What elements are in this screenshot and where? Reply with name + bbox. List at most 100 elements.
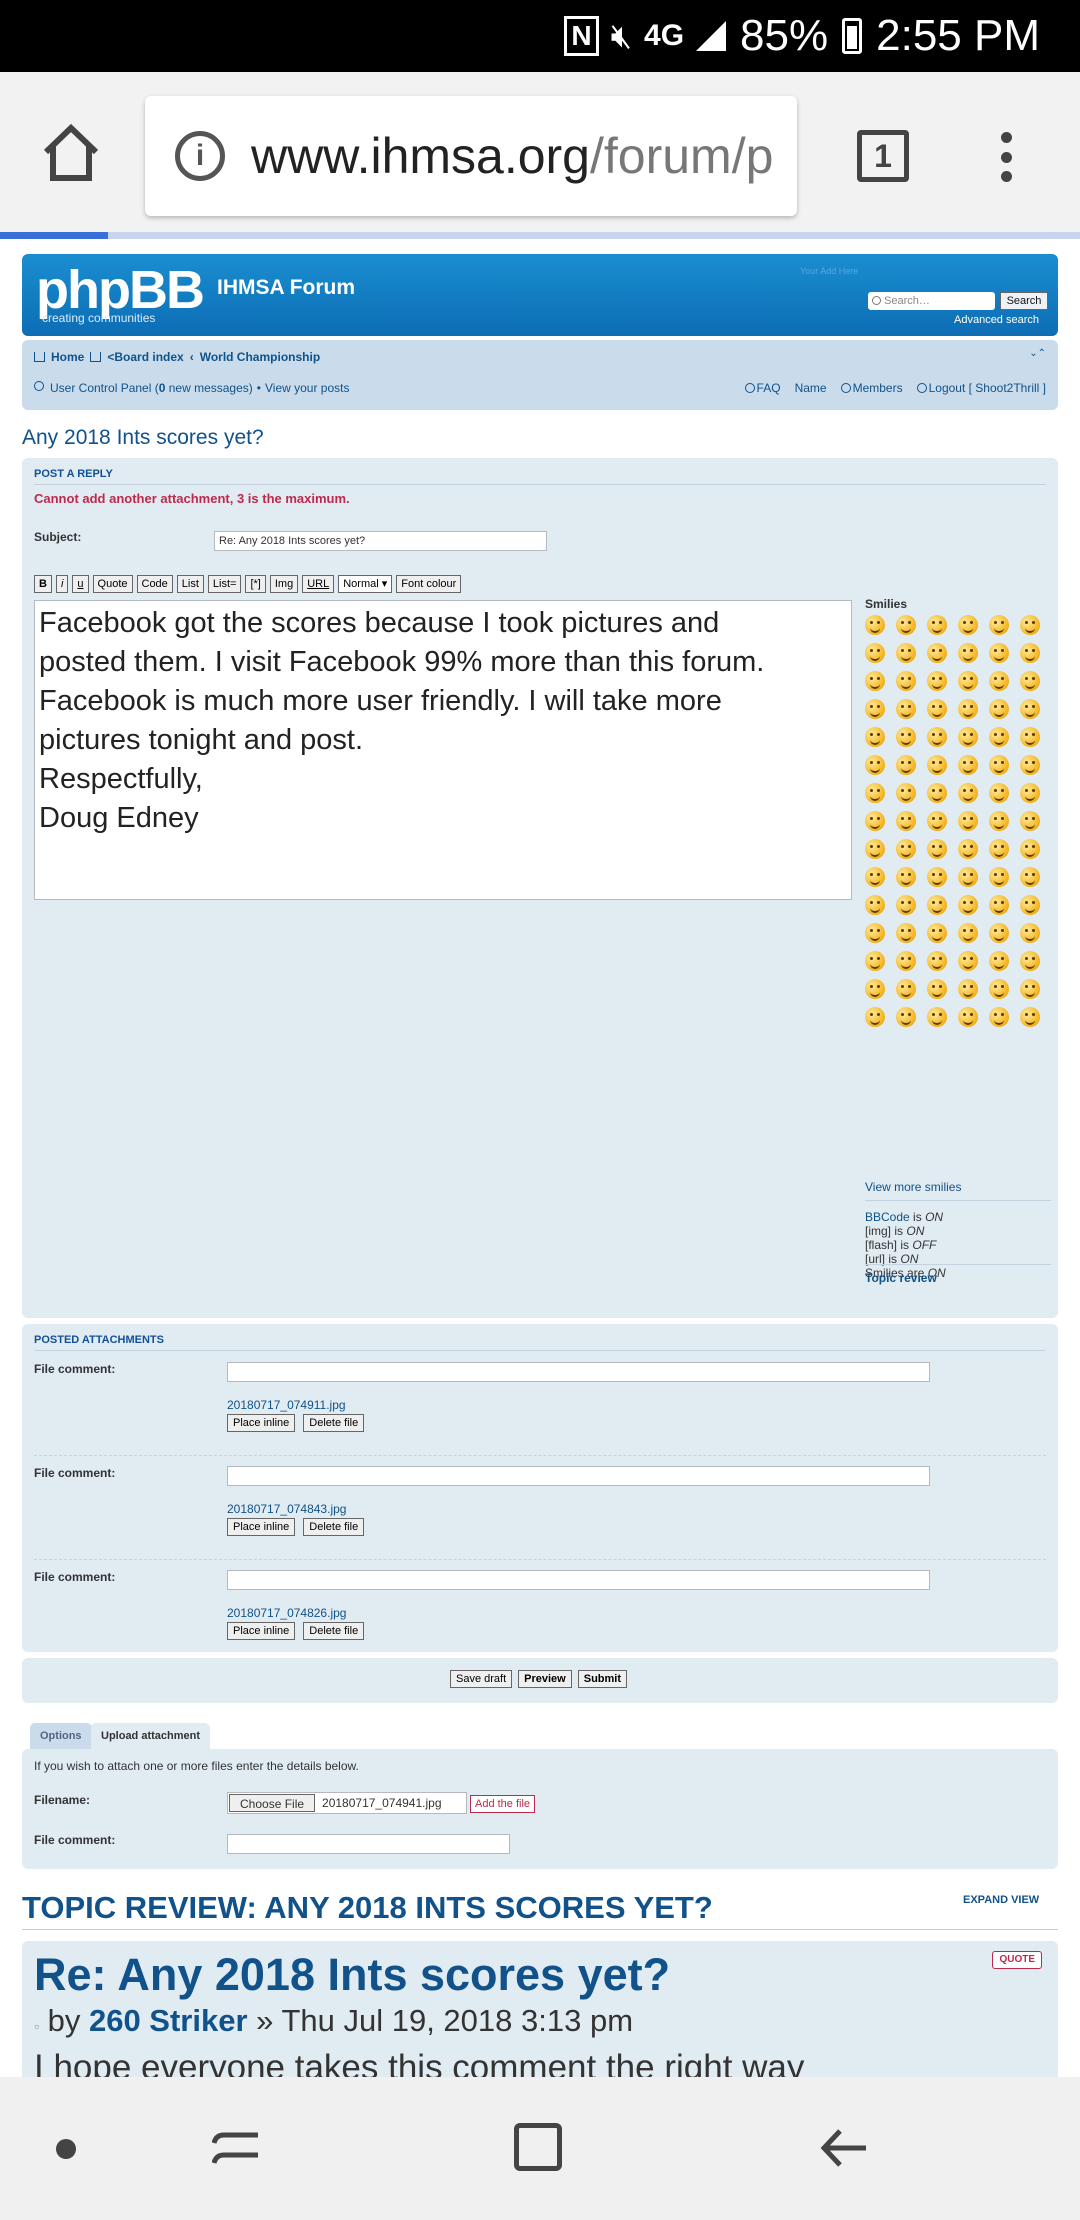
submit-button[interactable]: Submit	[577, 1670, 628, 1688]
expand-view-link[interactable]: Expand view	[963, 1894, 1039, 1906]
smiley-icon[interactable]	[927, 951, 947, 971]
smiley-icon[interactable]	[958, 671, 978, 691]
view-posts-link[interactable]: View your posts	[265, 381, 350, 395]
smiley-icon[interactable]	[896, 923, 916, 943]
review-post-title[interactable]: Re: Any 2018 Ints scores yet?	[34, 1949, 670, 2001]
smiley-icon[interactable]	[927, 783, 947, 803]
smiley-icon[interactable]	[865, 979, 885, 999]
smiley-icon[interactable]	[896, 979, 916, 999]
smiley-icon[interactable]	[896, 699, 916, 719]
smiley-icon[interactable]	[989, 671, 1009, 691]
smiley-icon[interactable]	[958, 923, 978, 943]
smiley-icon[interactable]	[958, 643, 978, 663]
smiley-icon[interactable]	[989, 755, 1009, 775]
members-link[interactable]: Members	[840, 381, 903, 395]
smiley-icon[interactable]	[865, 643, 885, 663]
add-file-button[interactable]: Add the file	[470, 1795, 536, 1813]
message-textarea[interactable]: Facebook got the scores because I took p…	[34, 600, 852, 900]
breadcrumb-home[interactable]: Home	[51, 350, 84, 364]
smiley-icon[interactable]	[1020, 615, 1040, 635]
attachment-filename[interactable]: 20180717_074911.jpg	[227, 1398, 346, 1412]
smiley-icon[interactable]	[958, 811, 978, 831]
smiley-icon[interactable]	[958, 839, 978, 859]
smiley-icon[interactable]	[896, 895, 916, 915]
smiley-icon[interactable]	[989, 839, 1009, 859]
ucp-link[interactable]: User Control Panel (0 new messages)	[50, 381, 253, 395]
italic-button[interactable]: i	[55, 575, 69, 593]
home-icon[interactable]	[40, 122, 102, 184]
smiley-icon[interactable]	[865, 1007, 885, 1027]
attachment-filename[interactable]: 20180717_074826.jpg	[227, 1606, 346, 1620]
choose-file-button[interactable]: Choose File	[229, 1794, 316, 1812]
smiley-icon[interactable]	[958, 1007, 978, 1027]
smiley-icon[interactable]	[865, 895, 885, 915]
smiley-icon[interactable]	[865, 923, 885, 943]
smiley-icon[interactable]	[927, 1007, 947, 1027]
smiley-icon[interactable]	[989, 643, 1009, 663]
smiley-icon[interactable]	[865, 951, 885, 971]
breadcrumb-world-championship[interactable]: World Championship	[200, 350, 320, 364]
smiley-icon[interactable]	[1020, 867, 1040, 887]
underline-button[interactable]: u	[72, 575, 89, 593]
smiley-icon[interactable]	[927, 867, 947, 887]
smiley-icon[interactable]	[896, 643, 916, 663]
smiley-icon[interactable]	[958, 867, 978, 887]
smiley-icon[interactable]	[896, 671, 916, 691]
save-draft-button[interactable]: Save draft	[450, 1670, 513, 1688]
logout-link[interactable]: Logout [ Shoot2Thrill ]	[916, 381, 1046, 395]
smiley-icon[interactable]	[896, 1007, 916, 1027]
smiley-icon[interactable]	[927, 755, 947, 775]
author-link[interactable]: 260 Striker	[89, 2003, 248, 2038]
smiley-icon[interactable]	[1020, 895, 1040, 915]
assistant-dot-icon[interactable]	[56, 2139, 76, 2159]
search-button[interactable]: Search	[1000, 292, 1048, 310]
font-colour-button[interactable]: Font colour	[396, 575, 462, 593]
site-name[interactable]: IHMSA Forum	[217, 276, 355, 300]
delete-file-button[interactable]: Delete file	[303, 1622, 365, 1640]
smiley-icon[interactable]	[865, 811, 885, 831]
quote-button[interactable]: QUOTE	[992, 1951, 1042, 1969]
view-more-smilies-link[interactable]: View more smilies	[865, 1180, 961, 1194]
name-link[interactable]: Name	[795, 381, 827, 395]
smiley-icon[interactable]	[989, 699, 1009, 719]
smiley-icon[interactable]	[865, 783, 885, 803]
advanced-search-link[interactable]: Advanced search	[954, 314, 1039, 326]
img-button[interactable]: Img	[269, 575, 299, 593]
smiley-icon[interactable]	[989, 951, 1009, 971]
smiley-icon[interactable]	[958, 755, 978, 775]
smiley-icon[interactable]	[896, 867, 916, 887]
address-bar[interactable]: i www.ihmsa.org/forum/p	[145, 96, 797, 216]
place-inline-button[interactable]: Place inline	[227, 1622, 296, 1640]
smiley-icon[interactable]	[989, 923, 1009, 943]
smiley-icon[interactable]	[989, 867, 1009, 887]
smiley-icon[interactable]	[865, 727, 885, 747]
smiley-icon[interactable]	[865, 839, 885, 859]
smiley-icon[interactable]	[1020, 1007, 1040, 1027]
recents-icon[interactable]	[212, 2129, 260, 2169]
smiley-icon[interactable]	[927, 839, 947, 859]
smiley-icon[interactable]	[1020, 783, 1040, 803]
topic-title[interactable]: Any 2018 Ints scores yet?	[22, 426, 264, 450]
smiley-icon[interactable]	[958, 699, 978, 719]
search-input[interactable]: Search…	[868, 292, 995, 310]
smiley-icon[interactable]	[989, 615, 1009, 635]
place-inline-button[interactable]: Place inline	[227, 1518, 296, 1536]
smiley-icon[interactable]	[927, 643, 947, 663]
smiley-icon[interactable]	[865, 755, 885, 775]
back-icon[interactable]	[818, 2125, 870, 2171]
file-comment-input[interactable]	[227, 1466, 930, 1486]
smiley-icon[interactable]	[1020, 699, 1040, 719]
smiley-icon[interactable]	[958, 727, 978, 747]
smiley-icon[interactable]	[1020, 979, 1040, 999]
tab-switcher-button[interactable]: 1	[857, 130, 909, 182]
tab-options[interactable]: Options	[30, 1723, 92, 1749]
file-comment-input[interactable]	[227, 1362, 930, 1382]
smiley-icon[interactable]	[1020, 951, 1040, 971]
url-button[interactable]: URL	[302, 575, 335, 593]
smiley-icon[interactable]	[896, 727, 916, 747]
home-button-icon[interactable]	[514, 2123, 562, 2171]
delete-file-button[interactable]: Delete file	[303, 1414, 365, 1432]
smiley-icon[interactable]	[927, 727, 947, 747]
code-button[interactable]: Code	[136, 575, 173, 593]
smiley-icon[interactable]	[896, 783, 916, 803]
